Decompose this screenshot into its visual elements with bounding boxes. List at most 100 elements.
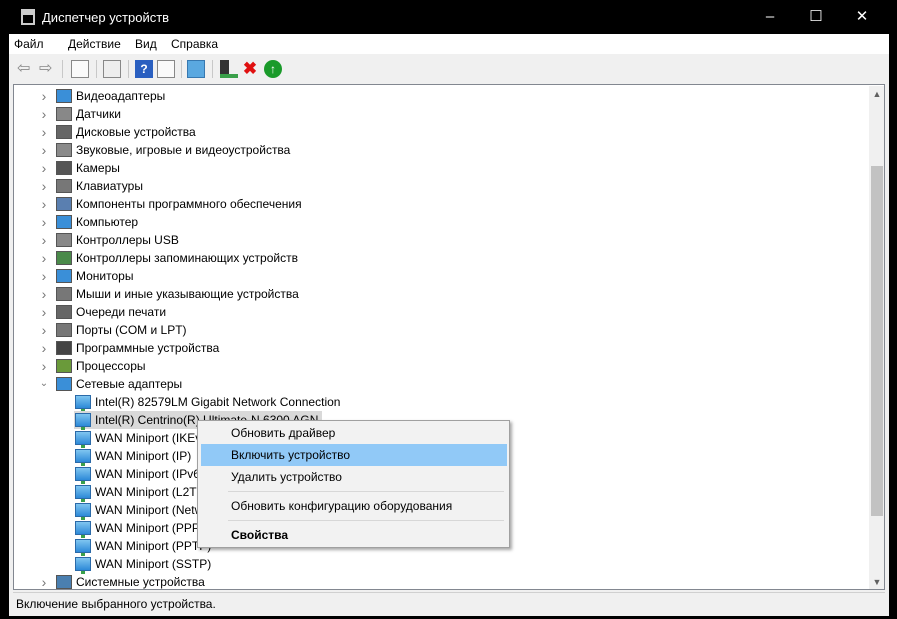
network-adapter-icon: [75, 467, 91, 484]
category-label: Сетевые адаптеры: [76, 377, 183, 391]
chevron-right-icon[interactable]: ›: [39, 195, 49, 213]
chevron-right-icon[interactable]: ›: [39, 357, 49, 375]
minimize-button[interactable]: –: [747, 0, 793, 34]
close-button[interactable]: ✕: [839, 0, 885, 34]
category-label: Порты (COM и LPT): [76, 323, 187, 337]
tree-category[interactable]: ⌄ Сетевые адаптеры: [14, 375, 864, 393]
category-label: Контроллеры USB: [76, 233, 179, 247]
category-icon: [56, 575, 72, 589]
tree-category[interactable]: › Видеоадаптеры: [14, 87, 864, 105]
chevron-right-icon[interactable]: ›: [39, 123, 49, 141]
menu-item-enable-device[interactable]: Включить устройство: [201, 444, 507, 466]
forward-icon[interactable]: ⇨: [39, 60, 57, 78]
chevron-right-icon[interactable]: ›: [39, 573, 49, 589]
enable-device-icon[interactable]: ↑: [264, 60, 282, 78]
tree-category[interactable]: › Датчики: [14, 105, 864, 123]
toolbar: ⇦ ⇨ ? ✖ ↑: [9, 56, 889, 82]
category-icon: [56, 341, 72, 355]
category-label: Очереди печати: [76, 305, 167, 319]
category-label: Звуковые, игровые и видеоустройства: [76, 143, 291, 157]
menu-item-uninstall-device[interactable]: Удалить устройство: [201, 466, 507, 488]
scan-hardware-icon[interactable]: [187, 60, 205, 78]
show-hide-tree-icon[interactable]: [71, 60, 89, 78]
chevron-right-icon[interactable]: ›: [39, 213, 49, 231]
update-driver-icon[interactable]: [220, 60, 238, 78]
menu-action[interactable]: Действие: [68, 37, 121, 51]
network-adapter-item[interactable]: WAN Miniport (PPTP): [74, 537, 215, 556]
tree-category[interactable]: › Очереди печати: [14, 303, 864, 321]
tree-category[interactable]: › Клавиатуры: [14, 177, 864, 195]
chevron-right-icon[interactable]: ›: [39, 105, 49, 123]
category-icon: [56, 305, 72, 319]
category-icon: [56, 359, 72, 373]
menu-file[interactable]: Файл: [14, 37, 44, 51]
network-adapter-item[interactable]: WAN Miniport (IPv6): [74, 465, 208, 484]
chevron-right-icon[interactable]: ›: [39, 267, 49, 285]
tree-category[interactable]: › Системные устройства: [14, 573, 864, 589]
chevron-right-icon[interactable]: ›: [39, 177, 49, 195]
tree-category[interactable]: › Контроллеры запоминающих устройств: [14, 249, 864, 267]
category-icon: [56, 107, 72, 121]
help-icon[interactable]: ?: [135, 60, 153, 78]
menu-item-scan-hardware[interactable]: Обновить конфигурацию оборудования: [201, 495, 507, 517]
chevron-right-icon[interactable]: ›: [39, 339, 49, 357]
tree-category[interactable]: › Порты (COM и LPT): [14, 321, 864, 339]
network-adapter-icon: [75, 395, 91, 412]
chevron-right-icon[interactable]: ›: [39, 159, 49, 177]
category-icon: [56, 179, 72, 193]
menu-item-update-driver[interactable]: Обновить драйвер: [201, 422, 507, 444]
tree-category[interactable]: › Камеры: [14, 159, 864, 177]
scrollbar-thumb[interactable]: [871, 166, 883, 516]
menu-item-properties[interactable]: Свойства: [201, 524, 507, 546]
title-bar: Диспетчер устройств – ☐ ✕: [0, 0, 897, 34]
network-adapter-icon: [75, 449, 91, 466]
chevron-right-icon[interactable]: ›: [39, 285, 49, 303]
network-adapter-icon: [75, 557, 91, 574]
network-adapter-item[interactable]: WAN Miniport (SSTP): [74, 555, 215, 574]
scroll-down-arrow-icon[interactable]: ▼: [869, 574, 884, 589]
device-label: Intel(R) 82579LM Gigabit Network Connect…: [95, 395, 341, 409]
chevron-right-icon[interactable]: ›: [39, 321, 49, 339]
category-label: Компьютер: [76, 215, 139, 229]
category-label: Компоненты программного обеспечения: [76, 197, 302, 211]
network-adapter-item[interactable]: Intel(R) 82579LM Gigabit Network Connect…: [74, 393, 344, 412]
maximize-button[interactable]: ☐: [793, 0, 839, 34]
chevron-right-icon[interactable]: ›: [39, 231, 49, 249]
context-menu: Обновить драйвер Включить устройство Уда…: [197, 420, 510, 548]
uninstall-icon[interactable]: ✖: [241, 60, 259, 78]
tree-category[interactable]: › Компоненты программного обеспечения: [14, 195, 864, 213]
back-icon[interactable]: ⇦: [17, 60, 35, 78]
network-adapter-item[interactable]: WAN Miniport (IKEv2): [74, 429, 216, 448]
network-adapter-item[interactable]: WAN Miniport (L2TP): [74, 483, 213, 502]
scroll-up-arrow-icon[interactable]: ▲: [869, 86, 884, 102]
tree-category[interactable]: › Процессоры: [14, 357, 864, 375]
tree-category[interactable]: › Дисковые устройства: [14, 123, 864, 141]
category-icon: [56, 233, 72, 247]
category-label: Клавиатуры: [76, 179, 143, 193]
menu-view[interactable]: Вид: [135, 37, 157, 51]
tree-category[interactable]: › Программные устройства: [14, 339, 864, 357]
network-adapter-icon: [75, 503, 91, 520]
category-icon: [56, 323, 72, 337]
category-icon: [56, 143, 72, 157]
category-label: Программные устройства: [76, 341, 220, 355]
network-adapter-item[interactable]: WAN Miniport (IP): [74, 447, 195, 466]
tree-category[interactable]: › Мониторы: [14, 267, 864, 285]
tree-category[interactable]: › Компьютер: [14, 213, 864, 231]
properties-icon[interactable]: [103, 60, 121, 78]
tree-category[interactable]: › Контроллеры USB: [14, 231, 864, 249]
chevron-right-icon[interactable]: ›: [39, 303, 49, 321]
vertical-scrollbar[interactable]: ▲ ▼: [869, 86, 884, 589]
chevron-right-icon[interactable]: ›: [39, 87, 49, 105]
tree-category[interactable]: › Звуковые, игровые и видеоустройства: [14, 141, 864, 159]
menu-bar: Файл Действие Вид Справка: [9, 34, 889, 54]
category-icon: [56, 125, 72, 139]
device-label: WAN Miniport (SSTP): [95, 557, 212, 571]
chevron-down-icon[interactable]: ⌄: [39, 375, 49, 393]
action-pane-icon[interactable]: [157, 60, 175, 78]
tree-category[interactable]: › Мыши и иные указывающие устройства: [14, 285, 864, 303]
menu-help[interactable]: Справка: [171, 37, 218, 51]
chevron-right-icon[interactable]: ›: [39, 141, 49, 159]
chevron-right-icon[interactable]: ›: [39, 249, 49, 267]
category-icon: [56, 251, 72, 265]
